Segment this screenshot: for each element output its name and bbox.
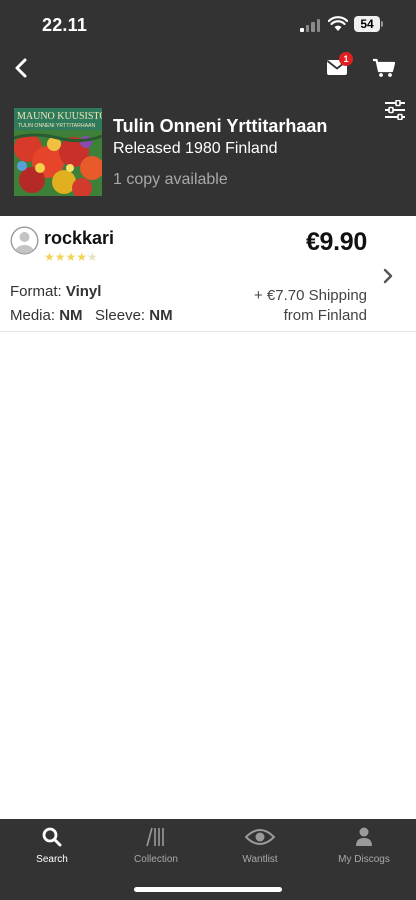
album-cover-image: MAUNO KUUSISTO TULIN ONNENI YRTTITARHAAN — [14, 108, 102, 196]
back-arrow-icon[interactable] — [10, 56, 34, 80]
media-condition: NM — [59, 307, 83, 324]
status-time: 22.11 — [42, 15, 88, 35]
marketplace-listing[interactable]: rockkari ★★★★★ €9.90 Format: Vinyl Media… — [0, 216, 416, 332]
media-label: Media: — [10, 307, 56, 324]
cellular-signal-icon — [300, 18, 322, 32]
filter-sliders-icon[interactable] — [384, 100, 406, 120]
tab-my-discogs[interactable]: My Discogs — [312, 819, 416, 869]
format-label: Format: — [10, 283, 62, 300]
tab-label-search: Search — [36, 854, 68, 865]
battery-indicator: 54 — [354, 16, 380, 32]
battery-cap — [381, 21, 383, 27]
cover-album-text: TULIN ONNENI YRTTITARHAAN — [18, 123, 95, 129]
format-line: Format: Vinyl — [10, 283, 101, 300]
seller-name[interactable]: rockkari — [44, 228, 114, 249]
tab-search[interactable]: Search — [0, 819, 104, 869]
collection-icon — [146, 827, 164, 847]
seller-avatar-icon — [10, 226, 39, 255]
condition-line: Media: NM Sleeve: NM — [10, 307, 173, 324]
wifi-icon — [328, 16, 348, 31]
tab-label-my-discogs: My Discogs — [338, 854, 390, 865]
copies-available: 1 copy available — [113, 171, 228, 188]
search-icon — [42, 827, 62, 847]
status-bar: 22.11 54 — [0, 0, 416, 48]
ships-from: from Finland — [283, 307, 367, 324]
sleeve-label: Sleeve: — [95, 307, 146, 324]
person-icon — [356, 827, 372, 846]
shipping-cost: + €7.70 Shipping — [253, 287, 367, 304]
home-indicator[interactable] — [134, 887, 282, 892]
eye-icon — [245, 829, 275, 845]
seller-rating-stars: ★★★★★ — [44, 250, 98, 264]
release-header: 1 MAUNO KUUSISTO TULIN ONNENI YRTTITARHA… — [0, 48, 416, 216]
listing-price: €9.90 — [305, 228, 367, 256]
tab-label-collection: Collection — [134, 854, 178, 865]
tab-wantlist[interactable]: Wantlist — [208, 819, 312, 869]
cart-icon[interactable] — [372, 58, 396, 78]
format-value: Vinyl — [65, 283, 102, 300]
release-title: Tulin Onneni Yrttitarhaan — [113, 116, 328, 136]
tab-label-wantlist: Wantlist — [242, 854, 278, 865]
sleeve-condition: NM — [149, 307, 173, 324]
cover-band-text: MAUNO KUUSISTO — [17, 111, 102, 122]
notification-badge: 1 — [339, 52, 353, 66]
release-year-country: Released 1980 Finland — [113, 140, 278, 157]
chevron-right-icon[interactable] — [381, 266, 395, 286]
tab-collection[interactable]: Collection — [104, 819, 208, 869]
